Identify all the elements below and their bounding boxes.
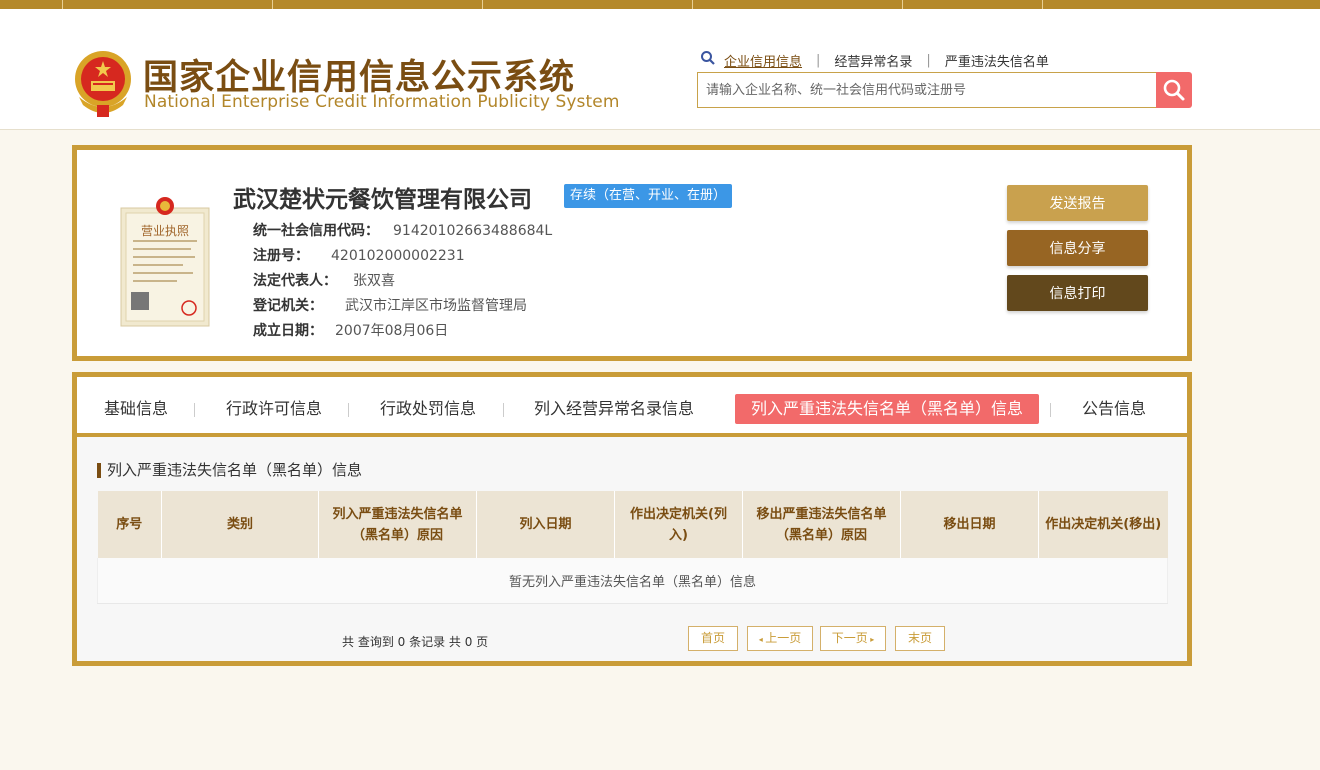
print-info-button[interactable]: 信息打印 [1007,275,1148,311]
column-header: 移出严重违法失信名单（黑名单）原因 [742,491,901,558]
search-icon [701,51,715,65]
magnifier-icon [1163,79,1185,101]
search-input[interactable] [698,73,1157,107]
link-separator: | [816,53,821,68]
info-credit-code: 统一社会信用代码： 91420102663488684L [253,223,553,239]
next-page-button[interactable]: 下一页 ▸ [820,626,886,651]
status-badge: 存续（在营、开业、在册） [564,184,733,208]
column-header: 移出日期 [900,491,1039,558]
records-summary: 共 查询到 0 条记录 共 0 页 [342,635,489,649]
empty-message: 暂无列入严重违法失信名单（黑名单）信息 [97,558,1168,604]
search-button[interactable] [1156,72,1192,108]
company-summary-card: 营业执照 武汉楚状元餐饮管理有限公司 存续（在营、开业、在册） 统一社会信用代码… [72,145,1192,361]
site-header: 国家企业信用信息公示系统 National Enterprise Credit … [0,9,1320,130]
column-header: 列入严重违法失信名单（黑名单）原因 [318,491,477,558]
site-subtitle: National Enterprise Credit Information P… [144,92,620,112]
info-establishment-date: 成立日期： 2007年08月06日 [253,323,449,339]
detail-card: 基础信息 行政许可信息 行政处罚信息 列入经营异常名录信息 列入严重违法失信名单… [72,372,1192,666]
column-header: 类别 [161,491,319,558]
license-title: 营业执照 [141,224,189,238]
tab-separator [348,403,349,417]
section-title: 列入严重违法失信名单（黑名单）信息 [97,463,362,478]
link-abnormal-list[interactable]: 经营异常名录 [834,51,912,70]
tab-blacklist[interactable]: 列入严重违法失信名单（黑名单）信息 [735,394,1040,424]
company-name: 武汉楚状元餐饮管理有限公司 [233,187,532,213]
tab-admin-penalty[interactable]: 行政处罚信息 [380,394,476,424]
info-registration-authority: 登记机关： 武汉市江岸区市场监督管理局 [253,298,527,314]
tab-announcements[interactable]: 公告信息 [1082,394,1146,424]
business-license-icon[interactable] [119,194,211,328]
send-report-button[interactable]: 发送报告 [1007,185,1148,221]
tab-separator [1050,403,1051,417]
column-header: 序号 [97,491,162,558]
next-arrow-icon: ▸ [867,635,875,644]
column-header: 作出决定机关(移出) [1038,491,1168,558]
table-header-row: 序号 类别 列入严重违法失信名单（黑名单）原因 列入日期 作出决定机关(列入) … [97,491,1168,558]
last-page-button[interactable]: 末页 [895,626,945,651]
column-header: 列入日期 [476,491,615,558]
info-registration-number: 注册号： 420102000002231 [253,248,465,264]
share-info-button[interactable]: 信息分享 [1007,230,1148,266]
blacklist-table: 序号 类别 列入严重违法失信名单（黑名单）原因 列入日期 作出决定机关(列入) … [97,491,1168,604]
info-legal-representative: 法定代表人： 张双喜 [253,273,395,289]
national-emblem-icon [75,51,131,117]
info-tabs: 基础信息 行政许可信息 行政处罚信息 列入经营异常名录信息 列入严重违法失信名单… [77,377,1187,437]
first-page-button[interactable]: 首页 [688,626,738,651]
svg-text:营业执照: 营业执照 [141,224,189,238]
tab-separator [194,403,195,417]
tab-separator [503,403,504,417]
link-blacklist[interactable]: 严重违法失信名单 [945,51,1049,70]
top-strip [0,0,1320,9]
table-row: 暂无列入严重违法失信名单（黑名单）信息 [97,558,1168,604]
search-box [697,72,1157,108]
prev-page-button[interactable]: ◂ 上一页 [747,626,813,651]
tab-admin-license[interactable]: 行政许可信息 [226,394,322,424]
tab-basic-info[interactable]: 基础信息 [104,394,168,424]
column-header: 作出决定机关(列入) [614,491,743,558]
link-enterprise-credit[interactable]: 企业信用信息 [724,51,802,70]
link-separator: | [926,53,931,68]
tab-abnormal-list[interactable]: 列入经营异常名录信息 [534,394,694,424]
search-type-links: 企业信用信息 | 经营异常名录 | 严重违法失信名单 [724,51,1049,70]
